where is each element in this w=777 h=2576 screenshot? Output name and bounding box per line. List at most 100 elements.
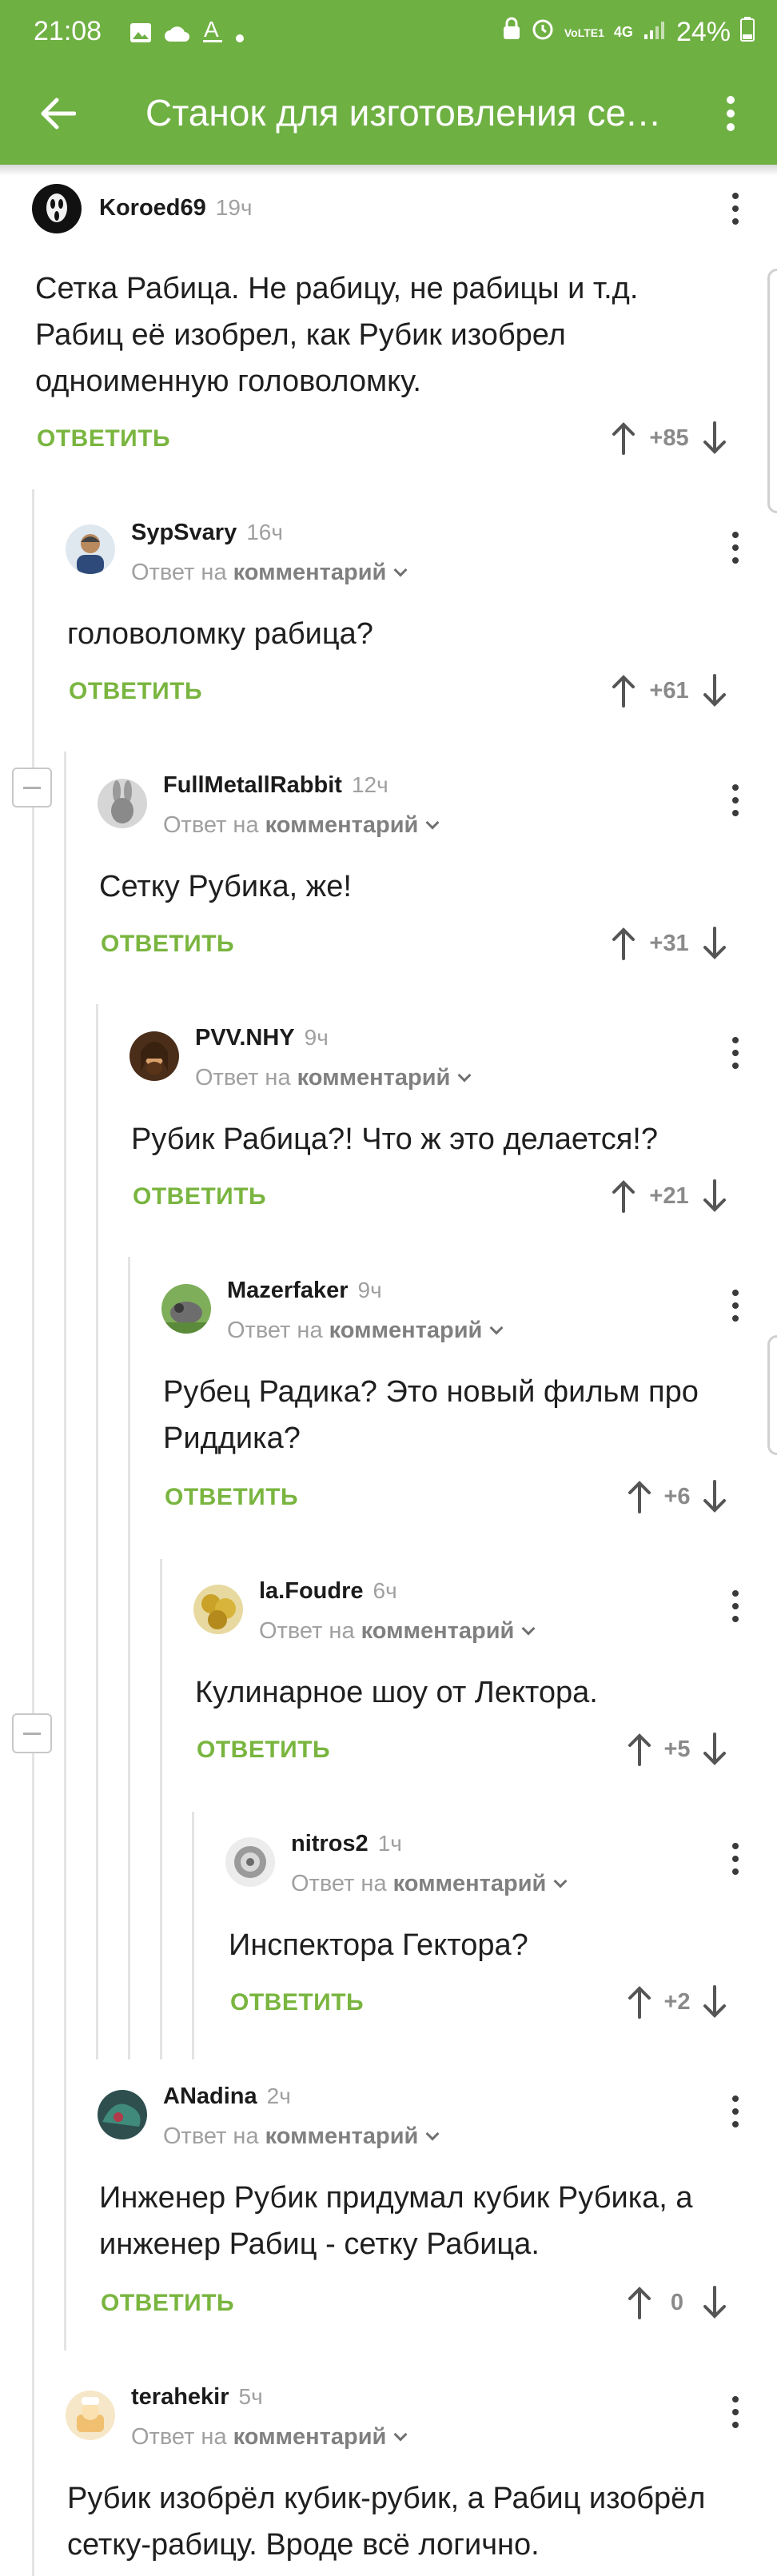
status-bar: 21:08 A VoLTE1 4G 24% [0, 0, 777, 66]
vote-controls: +61 [606, 668, 732, 713]
downvote-button[interactable] [697, 1727, 732, 1772]
comment-author[interactable]: nitros2 1ч [291, 1831, 402, 1857]
scroll-indicator[interactable] [767, 269, 777, 513]
downvote-button[interactable] [697, 1980, 732, 2024]
reply-to-link[interactable]: Ответ на комментарий [131, 2424, 408, 2450]
reply-button[interactable]: ОТВЕТИТЬ [230, 1989, 364, 2016]
comment-author[interactable]: SypSvary 16ч [131, 520, 283, 546]
comment-menu-button[interactable] [719, 772, 751, 828]
upvote-button[interactable] [606, 1174, 641, 1218]
avatar[interactable] [161, 1284, 211, 1334]
downvote-button[interactable] [697, 1474, 732, 1519]
downvote-button[interactable] [697, 2280, 732, 2325]
back-button[interactable] [29, 85, 86, 142]
downvote-button[interactable] [697, 416, 732, 461]
comment-author[interactable]: terahekir 5ч [131, 2384, 263, 2411]
avatar[interactable] [225, 1837, 275, 1887]
reply-to-link[interactable]: Ответ на комментарий [131, 560, 408, 586]
overflow-menu-button[interactable] [707, 85, 755, 142]
avatar[interactable] [130, 1031, 179, 1081]
thread-line [64, 752, 66, 2351]
reply-button[interactable]: ОТВЕТИТЬ [197, 1737, 330, 1764]
comment-author[interactable]: ANadina 2ч [163, 2084, 291, 2110]
comment-text: Инженер Рубик придумал кубик Рубика, а и… [99, 2181, 693, 2261]
comment-author[interactable]: PVV.NHY 9ч [195, 1025, 329, 1051]
avatar[interactable] [193, 1585, 243, 1634]
collapse-minus-icon [23, 1732, 41, 1735]
comment-author[interactable]: Koroed69 19ч [99, 195, 253, 221]
chevron-down-icon [457, 1068, 472, 1083]
comment-author[interactable]: la.Foudre 6ч [259, 1578, 397, 1605]
upvote-arrow-icon [628, 2287, 651, 2319]
comment-time: 1ч [377, 1831, 402, 1856]
comment-time: 12ч [351, 772, 388, 797]
comment-menu-button[interactable] [719, 1278, 751, 1334]
chevron-down-icon [489, 1321, 504, 1335]
reply-to-link[interactable]: Ответ на комментарий [291, 1871, 568, 1897]
comment-menu-button[interactable] [719, 2084, 751, 2139]
chevron-down-icon [393, 563, 408, 577]
reply-to-link[interactable]: Ответ на комментарий [195, 1065, 472, 1091]
chevron-down-icon [521, 1621, 536, 1636]
comment-score: +21 [649, 1182, 689, 1209]
reply-button[interactable]: ОТВЕТИТЬ [165, 1484, 298, 1511]
avatar[interactable] [32, 184, 82, 233]
comment-score: 0 [670, 2289, 684, 2315]
scroll-indicator[interactable] [767, 1335, 777, 1455]
font-a-icon: A [201, 17, 224, 52]
upvote-button[interactable] [606, 668, 641, 713]
reply-to-link[interactable]: Ответ на комментарий [227, 1318, 504, 1344]
signal-icon [643, 17, 667, 48]
battery-text: 24% [675, 17, 731, 47]
comment-time: 16ч [246, 520, 283, 544]
upvote-button[interactable] [622, 1727, 657, 1772]
reply-button[interactable]: ОТВЕТИТЬ [101, 931, 234, 958]
comment-time: 9ч [357, 1278, 382, 1302]
comment-author[interactable]: FullMetallRabbit 12ч [163, 772, 388, 799]
vote-controls: +5 [622, 1727, 732, 1772]
reply-button[interactable]: ОТВЕТИТЬ [37, 425, 170, 453]
comment-menu-button[interactable] [719, 2384, 751, 2440]
reply-button[interactable]: ОТВЕТИТЬ [69, 678, 202, 705]
comment-text: Инспектора Гектора? [229, 1928, 528, 1962]
alarm-icon [531, 17, 555, 48]
reply-to-link[interactable]: Ответ на комментарий [163, 2123, 440, 2150]
chevron-down-icon [425, 815, 440, 830]
avatar[interactable] [98, 2090, 147, 2139]
reply-button[interactable]: ОТВЕТИТЬ [133, 1183, 266, 1210]
comment-menu-button[interactable] [719, 1025, 751, 1081]
comment-menu-button[interactable] [719, 520, 751, 576]
upvote-button[interactable] [606, 416, 641, 461]
comment-menu-button[interactable] [719, 181, 751, 237]
downvote-button[interactable] [697, 921, 732, 966]
collapse-thread-button[interactable] [12, 768, 52, 807]
upvote-button[interactable] [622, 1474, 657, 1519]
upvote-arrow-icon [612, 675, 635, 708]
upvote-button[interactable] [622, 2280, 657, 2325]
downvote-arrow-icon [703, 1733, 726, 1765]
lock-icon [502, 17, 521, 48]
comment-menu-button[interactable] [719, 1578, 751, 1634]
avatar[interactable] [66, 2391, 115, 2440]
vote-controls: +31 [606, 921, 732, 966]
avatar[interactable] [66, 524, 115, 574]
downvote-button[interactable] [697, 1174, 732, 1218]
upvote-button[interactable] [622, 1980, 657, 2024]
collapse-thread-button[interactable] [12, 1713, 52, 1753]
upvote-arrow-icon [628, 1481, 651, 1513]
back-arrow-icon [41, 98, 76, 130]
thread-line [160, 1559, 162, 2060]
thread-line [192, 1812, 194, 2060]
reply-button[interactable]: ОТВЕТИТЬ [101, 2290, 234, 2317]
upvote-button[interactable] [606, 921, 641, 966]
downvote-button[interactable] [697, 668, 732, 713]
comment-author[interactable]: Mazerfaker 9ч [227, 1278, 382, 1304]
reply-to-link[interactable]: Ответ на комментарий [163, 812, 440, 839]
vote-controls: +6 [622, 1474, 732, 1519]
reply-to-link[interactable]: Ответ на комментарий [259, 1618, 536, 1645]
comment-menu-button[interactable] [719, 1831, 751, 1887]
upvote-arrow-icon [628, 1986, 651, 2019]
avatar[interactable] [98, 779, 147, 828]
upvote-arrow-icon [612, 1180, 635, 1213]
more-vert-icon [727, 96, 735, 131]
